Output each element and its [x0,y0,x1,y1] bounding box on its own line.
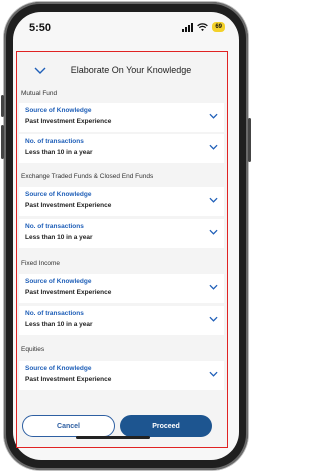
chevron-down-icon [209,229,218,235]
field-value: Past Investment Experience [25,202,112,209]
field-label: Source of Knowledge [25,278,92,285]
chevron-down-icon [209,197,218,203]
dropdown-number-of-transactions[interactable]: No. of transactions Less than 10 in a ye… [19,134,224,163]
proceed-button[interactable]: Proceed [120,415,212,437]
field-label: Source of Knowledge [25,191,92,198]
battery-icon: 69 [212,22,225,32]
dropdown-number-of-transactions[interactable]: No. of transactions Less than 10 in a ye… [19,306,224,335]
wifi-icon [197,22,209,31]
chevron-down-icon [209,284,218,290]
signal-icon [182,22,194,32]
phone-side-button [1,125,4,159]
dropdown-source-of-knowledge[interactable]: Source of Knowledge Past Investment Expe… [19,103,224,132]
field-value: Less than 10 in a year [25,149,93,156]
section-label-equities: Equities [21,346,45,353]
field-value: Less than 10 in a year [25,234,93,241]
sheet-title: Elaborate On Your Knowledge [70,65,192,75]
status-icons: 69 [182,22,225,32]
button-row: Cancel Proceed [17,409,227,447]
dropdown-number-of-transactions[interactable]: No. of transactions Less than 10 in a ye… [19,219,224,248]
field-label: No. of transactions [25,223,84,230]
home-indicator[interactable] [76,436,150,439]
phone-side-button [248,118,251,162]
chevron-down-icon [209,144,218,150]
field-value: Less than 10 in a year [25,321,93,328]
field-label: Source of Knowledge [25,365,92,372]
chevron-down-icon [209,316,218,322]
chevron-down-icon [209,113,218,119]
field-value: Past Investment Experience [25,289,112,296]
section-label-mutual-fund: Mutual Fund [21,90,58,97]
field-value: Past Investment Experience [25,376,112,383]
field-label: No. of transactions [25,310,84,317]
sheet-header: Elaborate On Your Knowledge [17,52,227,90]
section-label-etf: Exchange Traded Funds & Closed End Funds [21,173,154,180]
dropdown-source-of-knowledge[interactable]: Source of Knowledge Past Investment Expe… [19,187,224,216]
status-bar: 5:50 69 [13,12,239,48]
chevron-down-icon [209,371,218,377]
field-value: Past Investment Experience [25,118,112,125]
cancel-button[interactable]: Cancel [22,415,115,437]
field-label: No. of transactions [25,138,84,145]
field-label: Source of Knowledge [25,107,92,114]
dropdown-source-of-knowledge[interactable]: Source of Knowledge Past Investment Expe… [19,274,224,303]
phone-side-button [1,95,4,117]
dropdown-source-of-knowledge[interactable]: Source of Knowledge Past Investment Expe… [19,361,224,390]
section-label-fixed-income: Fixed Income [21,260,61,267]
status-time: 5:50 [29,22,52,34]
knowledge-sheet: Elaborate On Your Knowledge Mutual Fund … [16,51,228,448]
